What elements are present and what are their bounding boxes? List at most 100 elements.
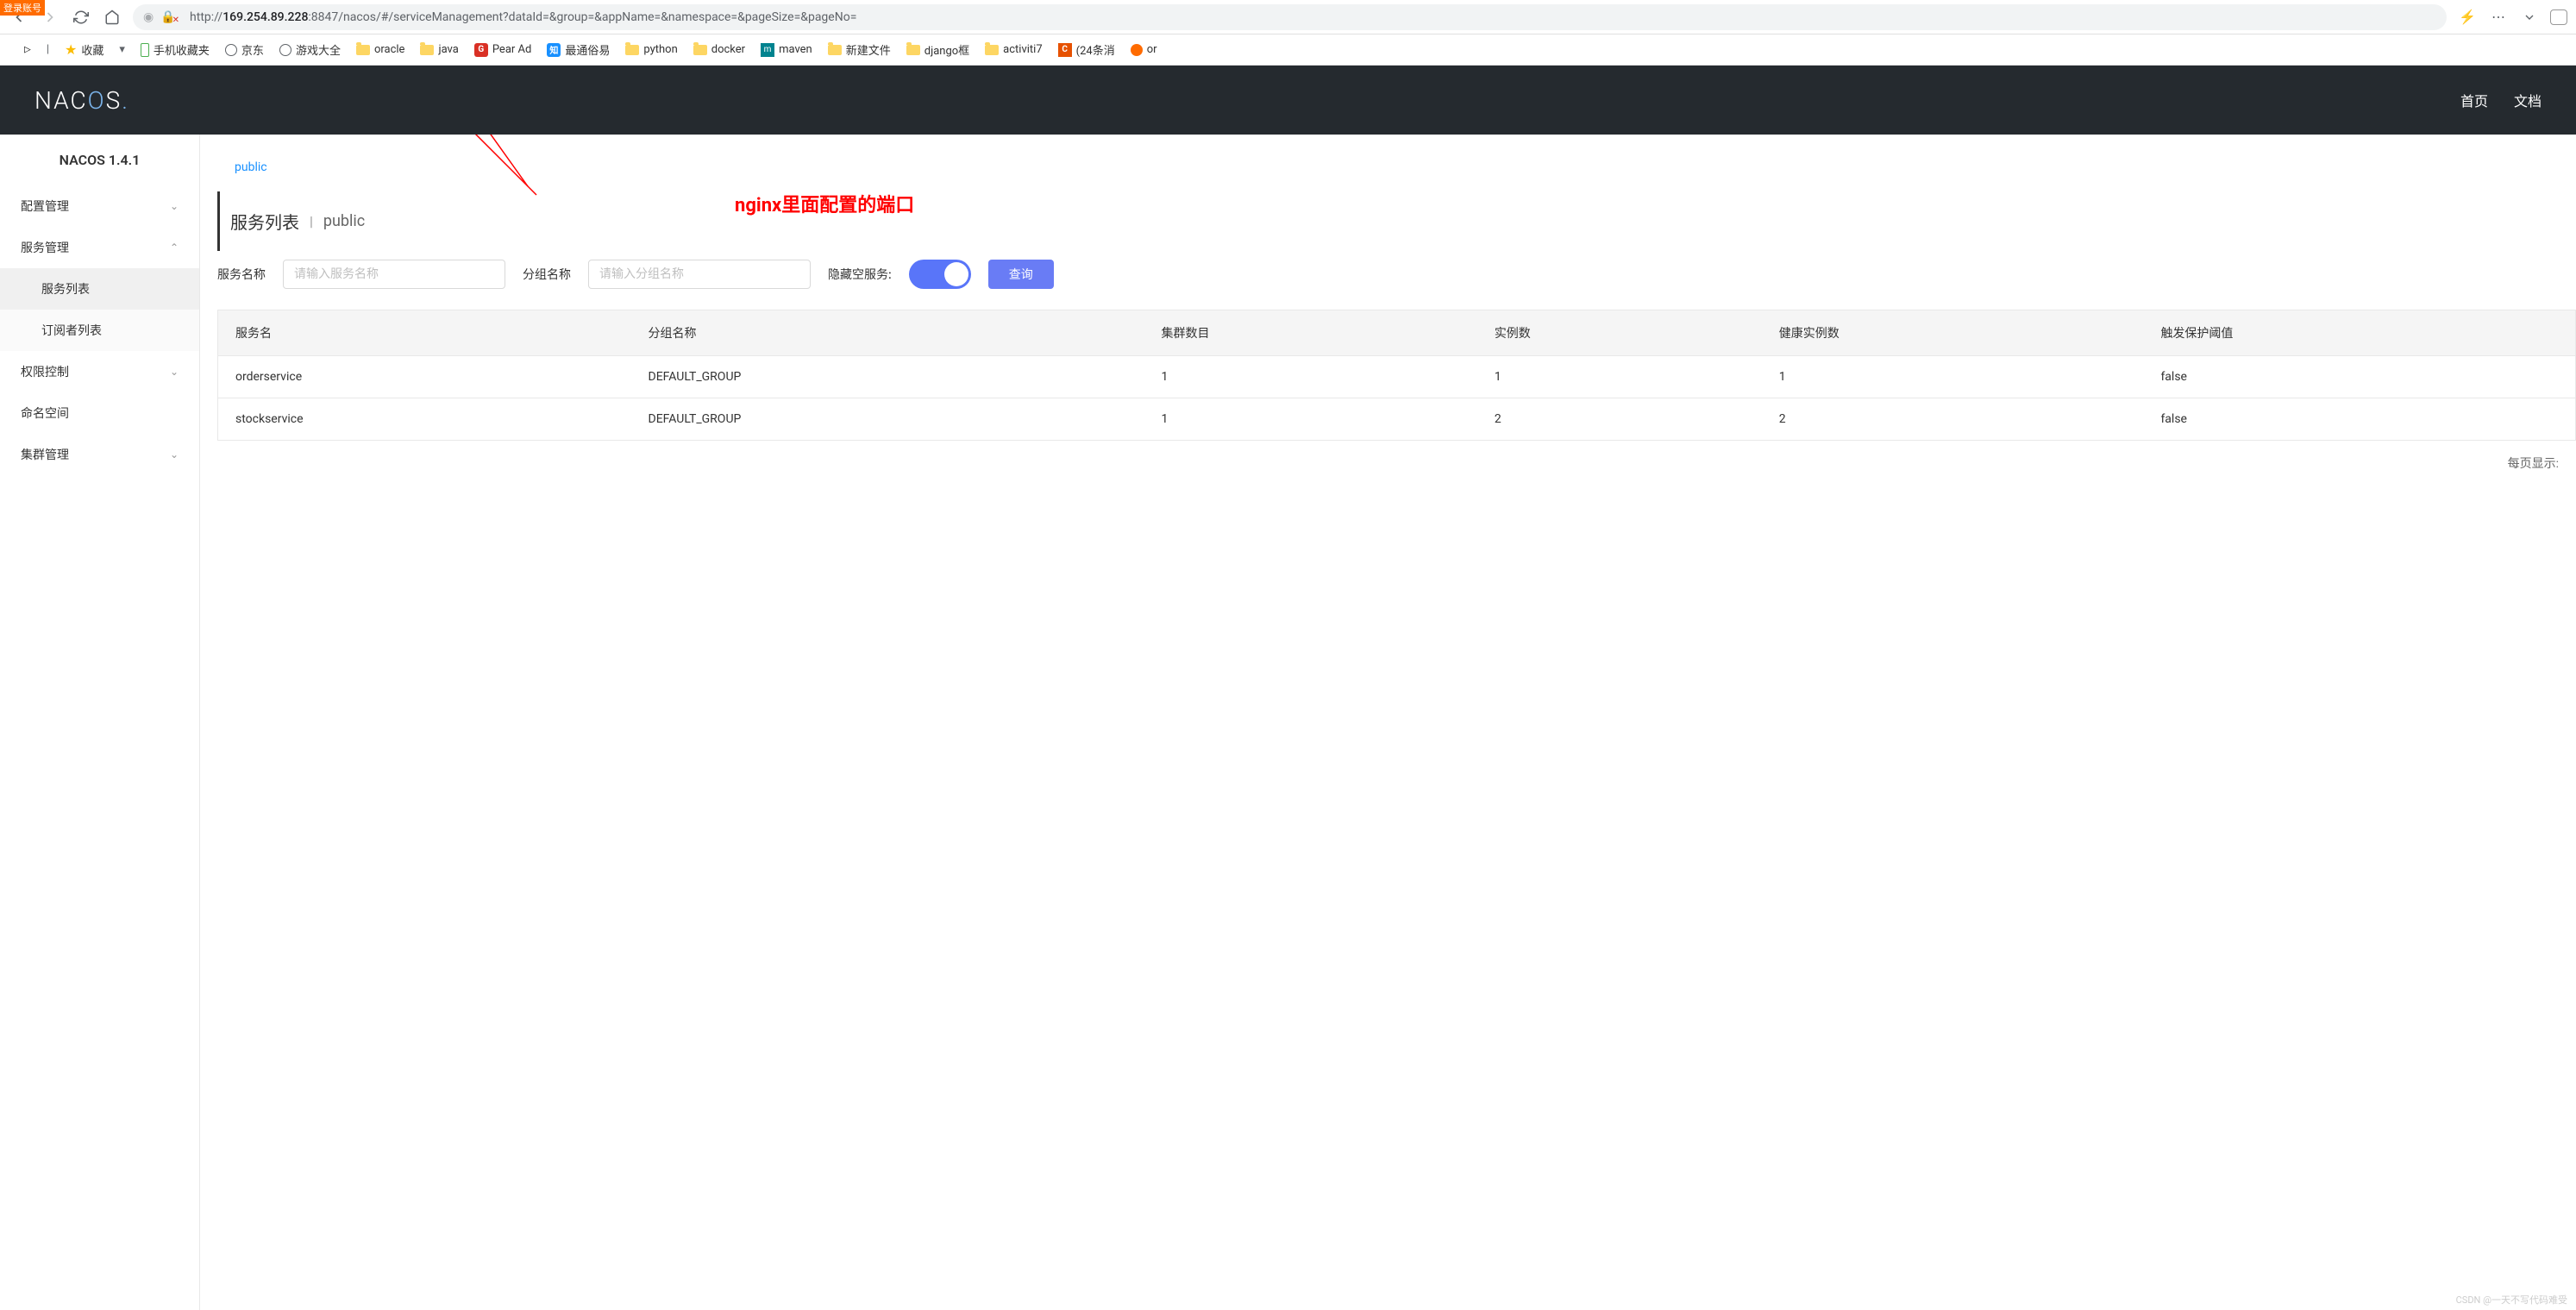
nacos-nav: 首页 文档 xyxy=(2460,90,2542,110)
nav-docs[interactable]: 文档 xyxy=(2514,90,2542,110)
folder-icon xyxy=(828,45,842,55)
menu-config-mgmt[interactable]: 配置管理⌄ xyxy=(0,185,199,227)
title-namespace: public xyxy=(323,212,365,230)
table-row[interactable]: orderservice DEFAULT_GROUP 1 1 1 false xyxy=(218,356,2576,398)
main-container: NACOS 1.4.1 配置管理⌄ 服务管理⌃ 服务列表 订阅者列表 权限控制⌄… xyxy=(0,135,2576,1310)
menu-cluster[interactable]: 集群管理⌄ xyxy=(0,434,199,475)
input-group-name[interactable] xyxy=(588,260,811,289)
nacos-logo[interactable]: NACOS. xyxy=(34,86,129,115)
home-button[interactable] xyxy=(102,7,122,28)
menu-permission[interactable]: 权限控制⌄ xyxy=(0,351,199,392)
service-table: 服务名 分组名称 集群数目 实例数 健康实例数 触发保护阈值 orderserv… xyxy=(217,310,2576,441)
th-cluster-count: 集群数目 xyxy=(1144,310,1477,356)
input-service-name[interactable] xyxy=(283,260,505,289)
zhihu-icon: 知 xyxy=(547,43,561,57)
title-separator: | xyxy=(310,213,313,229)
namespace-tab-public[interactable]: public xyxy=(235,160,267,174)
globe-icon xyxy=(225,44,237,56)
reload-button[interactable] xyxy=(71,7,91,28)
or-bookmark[interactable]: or xyxy=(1131,43,1157,56)
chevron-down-icon[interactable] xyxy=(2519,7,2540,28)
menu-service-mgmt[interactable]: 服务管理⌃ xyxy=(0,227,199,268)
circle-icon xyxy=(1131,44,1143,56)
pagination-info: 每页显示: xyxy=(217,441,2576,486)
oracle-bookmark[interactable]: oracle xyxy=(356,43,405,56)
devtools-bookmark[interactable]: ▷ xyxy=(24,43,31,56)
content-area: nginx里面配置的端口 public 服务列表 | public 服务名称 分… xyxy=(200,135,2576,1310)
query-button[interactable]: 查询 xyxy=(988,260,1054,289)
cell-instance-count: 1 xyxy=(1477,356,1762,398)
namespace-tabs: public xyxy=(217,152,2576,183)
cell-cluster-count: 1 xyxy=(1144,356,1477,398)
th-group-name: 分组名称 xyxy=(631,310,1144,356)
phone-icon xyxy=(141,43,149,57)
folder-icon xyxy=(985,45,999,55)
lock-icon[interactable]: 🔒✕ xyxy=(160,10,183,24)
python-bookmark[interactable]: python xyxy=(625,43,677,56)
flash-icon[interactable]: ⚡ xyxy=(2457,7,2478,28)
bookmarks-bar: ▷ | ★收藏 ▾ 手机收藏夹 京东 游戏大全 oracle java GPea… xyxy=(0,34,2576,66)
toggle-knob xyxy=(944,262,968,286)
devtools-icon: ▷ xyxy=(24,43,31,56)
mobile-bookmark[interactable]: 手机收藏夹 xyxy=(141,41,210,58)
cell-cluster-count: 1 xyxy=(1144,398,1477,441)
annotation-text: nginx里面配置的端口 xyxy=(735,190,914,217)
menu-subscriber-list[interactable]: 订阅者列表 xyxy=(0,310,199,351)
cell-instance-count: 2 xyxy=(1477,398,1762,441)
chevron-down-icon: ⌄ xyxy=(170,448,179,461)
label-hide-empty: 隐藏空服务: xyxy=(828,266,892,283)
th-service-name: 服务名 xyxy=(218,310,631,356)
label-service-name: 服务名称 xyxy=(217,266,266,283)
maven-bookmark[interactable]: mmaven xyxy=(761,43,812,57)
globe-icon xyxy=(279,44,291,56)
folder-icon xyxy=(420,45,434,55)
games-bookmark[interactable]: 游戏大全 xyxy=(279,41,341,58)
star-icon: ★ xyxy=(65,41,77,58)
folder-icon xyxy=(693,45,707,55)
search-form: 服务名称 分组名称 隐藏空服务: 查询 xyxy=(217,251,2576,310)
toggle-hide-empty[interactable] xyxy=(909,260,971,289)
url-bar[interactable]: ◉ 🔒✕ http://169.254.89.228:8847/nacos/#/… xyxy=(133,4,2447,30)
watermark: CSDN @一天不写代码难受 xyxy=(2456,1293,2567,1307)
th-healthy-count: 健康实例数 xyxy=(1762,310,2144,356)
folder-icon xyxy=(356,45,370,55)
page-title-row: 服务列表 | public xyxy=(217,191,2576,251)
nav-home[interactable]: 首页 xyxy=(2460,90,2488,110)
browser-toolbar: ◉ 🔒✕ http://169.254.89.228:8847/nacos/#/… xyxy=(0,0,2576,34)
url-text: http://169.254.89.228:8847/nacos/#/servi… xyxy=(190,10,2436,24)
csdn-bookmark[interactable]: C(24条消 xyxy=(1058,41,1115,58)
zhihu-bookmark[interactable]: 知最通俗易 xyxy=(547,41,610,58)
cell-healthy-count: 2 xyxy=(1762,398,2144,441)
chevron-up-icon: ⌃ xyxy=(170,241,179,254)
th-threshold: 触发保护阈值 xyxy=(2143,310,2575,356)
login-badge: 登录账号 xyxy=(0,0,45,16)
site-info-icon[interactable]: ◉ xyxy=(143,10,154,24)
java-bookmark[interactable]: java xyxy=(420,43,458,56)
newfile-bookmark[interactable]: 新建文件 xyxy=(828,41,891,58)
jd-bookmark[interactable]: 京东 xyxy=(225,41,264,58)
activiti-bookmark[interactable]: activiti7 xyxy=(985,43,1042,56)
cell-threshold: false xyxy=(2143,398,2575,441)
label-group-name: 分组名称 xyxy=(523,266,571,283)
forward-button[interactable] xyxy=(40,7,60,28)
sidebar-version: NACOS 1.4.1 xyxy=(0,135,199,185)
th-instance-count: 实例数 xyxy=(1477,310,1762,356)
sidebar-menu: 配置管理⌄ 服务管理⌃ 服务列表 订阅者列表 权限控制⌄ 命名空间 集群管理⌄ xyxy=(0,185,199,475)
more-icon[interactable]: ⋯ xyxy=(2488,7,2509,28)
favorites-bookmark[interactable]: ★收藏 xyxy=(65,41,103,58)
cell-group-name: DEFAULT_GROUP xyxy=(631,356,1144,398)
pear-bookmark[interactable]: GPear Ad xyxy=(474,43,532,57)
django-bookmark[interactable]: django框 xyxy=(906,41,969,58)
cell-healthy-count: 1 xyxy=(1762,356,2144,398)
docker-bookmark[interactable]: docker xyxy=(693,43,745,56)
table-row[interactable]: stockservice DEFAULT_GROUP 1 2 2 false xyxy=(218,398,2576,441)
menu-service-list[interactable]: 服务列表 xyxy=(0,268,199,310)
chevron-down-icon: ⌄ xyxy=(170,366,179,378)
chevron-down-icon: ⌄ xyxy=(170,200,179,212)
folder-icon xyxy=(625,45,639,55)
csdn-icon: C xyxy=(1058,43,1072,57)
page-title: 服务列表 xyxy=(230,209,299,234)
cell-group-name: DEFAULT_GROUP xyxy=(631,398,1144,441)
extension-icon[interactable] xyxy=(2550,9,2567,25)
menu-namespace[interactable]: 命名空间 xyxy=(0,392,199,434)
